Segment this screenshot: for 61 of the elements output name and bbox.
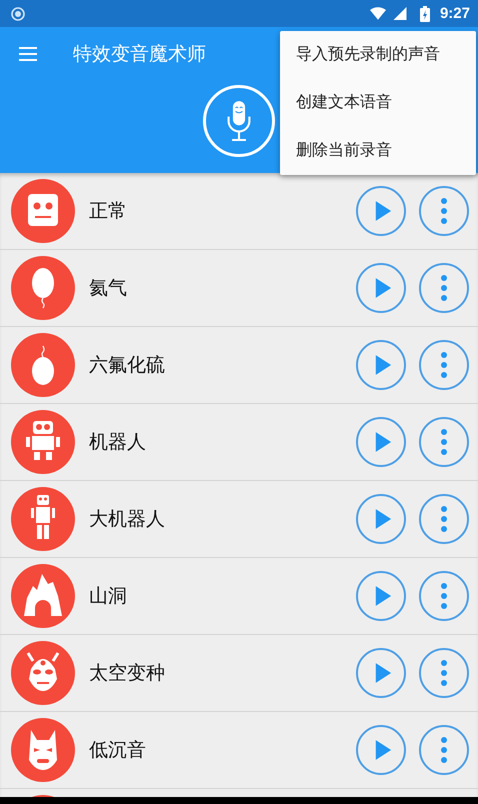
menu-icon xyxy=(19,47,37,61)
play-button[interactable] xyxy=(356,571,406,621)
robot-icon xyxy=(11,487,75,551)
more-button[interactable] xyxy=(419,263,469,313)
play-icon xyxy=(374,739,392,761)
play-icon xyxy=(374,277,392,299)
more-icon xyxy=(441,737,447,763)
balloon-icon xyxy=(11,256,75,320)
play-icon xyxy=(374,585,392,607)
alien-icon xyxy=(11,641,75,705)
more-button[interactable] xyxy=(419,186,469,236)
clock-time: 9:27 xyxy=(440,5,470,22)
play-icon xyxy=(374,200,392,222)
play-icon xyxy=(374,431,392,453)
more-icon xyxy=(441,429,447,455)
wifi-icon xyxy=(370,7,386,20)
robot-icon xyxy=(11,410,75,474)
effect-name: 低沉音 xyxy=(89,738,147,763)
robot-face-icon xyxy=(11,179,75,243)
play-icon xyxy=(374,354,392,376)
more-button[interactable] xyxy=(419,571,469,621)
menu-button[interactable] xyxy=(19,47,37,61)
signal-icon xyxy=(392,7,408,20)
play-button[interactable] xyxy=(356,725,406,775)
play-icon xyxy=(374,508,392,530)
record-button[interactable] xyxy=(203,85,275,157)
play-button[interactable] xyxy=(356,186,406,236)
play-button[interactable] xyxy=(356,417,406,467)
cave-icon xyxy=(11,564,75,628)
effect-name: 六氟化硫 xyxy=(89,353,166,378)
effect-name: 正常 xyxy=(89,199,128,224)
play-button[interactable] xyxy=(356,494,406,544)
play-button[interactable] xyxy=(356,340,406,390)
more-button[interactable] xyxy=(419,494,469,544)
more-button[interactable] xyxy=(419,417,469,467)
menu-item[interactable]: 删除当前录音 xyxy=(280,127,476,175)
play-button[interactable] xyxy=(356,263,406,313)
effect-name: 山洞 xyxy=(89,584,128,609)
effect-name: 氦气 xyxy=(89,276,128,301)
balloon-icon xyxy=(11,333,75,397)
play-button[interactable] xyxy=(356,648,406,698)
microphone-icon xyxy=(226,101,252,141)
more-icon xyxy=(441,275,447,301)
more-icon xyxy=(441,352,447,378)
app-icon xyxy=(10,6,26,22)
play-icon xyxy=(374,662,392,684)
effect-name: 机器人 xyxy=(89,430,147,455)
more-button[interactable] xyxy=(419,648,469,698)
effect-name: 太空变种 xyxy=(89,661,166,686)
mask-icon xyxy=(11,718,75,782)
more-icon xyxy=(441,506,447,532)
app-title: 特效变音魔术师 xyxy=(73,42,206,67)
more-button[interactable] xyxy=(419,340,469,390)
more-icon xyxy=(441,583,447,609)
menu-item[interactable]: 导入预先录制的声音 xyxy=(280,31,476,79)
menu-item[interactable]: 创建文本语音 xyxy=(280,79,476,127)
more-icon xyxy=(441,198,447,224)
more-icon xyxy=(441,660,447,686)
more-button[interactable] xyxy=(419,725,469,775)
battery-icon xyxy=(420,6,430,22)
effect-name: 大机器人 xyxy=(89,507,166,532)
